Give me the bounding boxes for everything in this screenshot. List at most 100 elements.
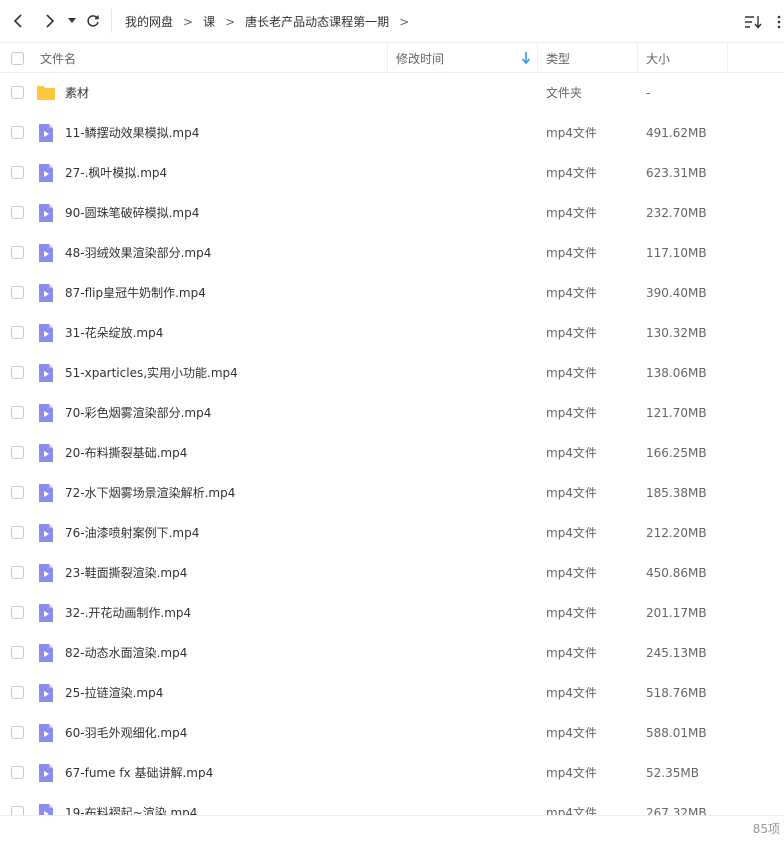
row-checkbox[interactable]: [11, 246, 24, 259]
row-checkbox[interactable]: [11, 446, 24, 459]
file-name[interactable]: 60-羽毛外观细化.mp4: [65, 713, 187, 753]
file-size: 450.86MB: [646, 566, 707, 580]
file-name[interactable]: 19-布料褶起~渲染.mp4: [65, 793, 197, 815]
row-checkbox[interactable]: [11, 646, 24, 659]
file-name[interactable]: 20-布料撕裂基础.mp4: [65, 433, 187, 473]
file-row[interactable]: 25-拉链渲染.mp4 mp4文件 518.76MB: [0, 673, 784, 713]
row-checkbox[interactable]: [11, 126, 24, 139]
file-row[interactable]: 48-羽绒效果渲染部分.mp4 mp4文件 117.10MB: [0, 233, 784, 273]
row-checkbox[interactable]: [11, 166, 24, 179]
breadcrumb-item-course[interactable]: 课: [203, 13, 215, 30]
breadcrumb-separator: >: [183, 14, 194, 29]
file-type: mp4文件: [546, 126, 597, 140]
file-name[interactable]: 48-羽绒效果渲染部分.mp4: [65, 233, 211, 273]
file-name[interactable]: 25-拉链渲染.mp4: [65, 673, 163, 713]
video-file-icon: [39, 484, 53, 502]
forward-button[interactable]: [37, 9, 61, 33]
select-all-checkbox[interactable]: [11, 51, 24, 65]
file-row[interactable]: 72-水下烟雾场景渲染解析.mp4 mp4文件 185.38MB: [0, 473, 784, 513]
file-row[interactable]: 87-flip皇冠牛奶制作.mp4 mp4文件 390.40MB: [0, 273, 784, 313]
file-size: 52.35MB: [646, 766, 699, 780]
row-checkbox[interactable]: [11, 86, 24, 99]
file-row[interactable]: 32-.开花动画制作.mp4 mp4文件 201.17MB: [0, 593, 784, 633]
video-file-icon: [39, 284, 53, 302]
file-size: 491.62MB: [646, 126, 707, 140]
file-row[interactable]: 27-.枫叶模拟.mp4 mp4文件 623.31MB: [0, 153, 784, 193]
sort-button[interactable]: [742, 11, 764, 33]
breadcrumb-separator: >: [225, 14, 236, 29]
file-name[interactable]: 素材: [65, 73, 89, 113]
row-checkbox[interactable]: [11, 686, 24, 699]
file-row[interactable]: 82-动态水面渲染.mp4 mp4文件 245.13MB: [0, 633, 784, 673]
row-checkbox[interactable]: [11, 286, 24, 299]
file-size: 518.76MB: [646, 686, 707, 700]
file-name[interactable]: 67-fume fx 基础讲解.mp4: [65, 753, 213, 793]
file-name[interactable]: 27-.枫叶模拟.mp4: [65, 153, 167, 193]
breadcrumb-item-root[interactable]: 我的网盘: [125, 13, 173, 30]
row-checkbox[interactable]: [11, 486, 24, 499]
file-type: mp4文件: [546, 166, 597, 180]
file-name[interactable]: 87-flip皇冠牛奶制作.mp4: [65, 273, 206, 313]
folder-row[interactable]: 素材 文件夹 -: [0, 73, 784, 113]
file-size: 185.38MB: [646, 486, 707, 500]
file-name[interactable]: 32-.开花动画制作.mp4: [65, 593, 191, 633]
file-manager: 我的网盘 > 课 > 唐长老产品动态课程第一期 > 文件名 修改时间 类型 大小…: [0, 0, 784, 841]
column-name[interactable]: 文件名: [40, 43, 76, 73]
file-name[interactable]: 72-水下烟雾场景渲染解析.mp4: [65, 473, 235, 513]
column-divider[interactable]: [637, 43, 638, 73]
file-row[interactable]: 70-彩色烟雾渲染部分.mp4 mp4文件 121.70MB: [0, 393, 784, 433]
file-name[interactable]: 82-动态水面渲染.mp4: [65, 633, 187, 673]
file-row[interactable]: 51-xparticles,实用小功能.mp4 mp4文件 138.06MB: [0, 353, 784, 393]
breadcrumb-item-current[interactable]: 唐长老产品动态课程第一期: [245, 13, 389, 30]
row-checkbox[interactable]: [11, 726, 24, 739]
row-checkbox[interactable]: [11, 206, 24, 219]
file-type: mp4文件: [546, 406, 597, 420]
column-divider[interactable]: [727, 43, 728, 73]
video-file-icon: [39, 204, 53, 222]
back-button[interactable]: [7, 9, 31, 33]
refresh-button[interactable]: [81, 9, 105, 33]
file-size: 245.13MB: [646, 646, 707, 660]
row-checkbox[interactable]: [11, 766, 24, 779]
file-type: mp4文件: [546, 486, 597, 500]
file-row[interactable]: 20-布料撕裂基础.mp4 mp4文件 166.25MB: [0, 433, 784, 473]
history-dropdown-button[interactable]: [63, 9, 81, 33]
row-checkbox[interactable]: [11, 326, 24, 339]
file-row[interactable]: 76-油漆喷射案例下.mp4 mp4文件 212.20MB: [0, 513, 784, 553]
file-name[interactable]: 51-xparticles,实用小功能.mp4: [65, 353, 238, 393]
top-navigation-bar: 我的网盘 > 课 > 唐长老产品动态课程第一期 >: [0, 0, 784, 43]
file-name[interactable]: 11-鳞摆动效果模拟.mp4: [65, 113, 199, 153]
column-type[interactable]: 类型: [546, 43, 570, 73]
more-options-button[interactable]: [772, 11, 784, 33]
row-checkbox[interactable]: [11, 806, 24, 815]
file-name[interactable]: 23-鞋面撕裂渲染.mp4: [65, 553, 187, 593]
file-list: 素材 文件夹 - 11-鳞摆动效果模拟.mp4 mp4文件 491.62MB 27-.枫叶模…: [0, 73, 784, 815]
chevron-right-icon: [46, 14, 55, 28]
file-size: 232.70MB: [646, 206, 707, 220]
file-name[interactable]: 70-彩色烟雾渲染部分.mp4: [65, 393, 211, 433]
file-name[interactable]: 31-花朵绽放.mp4: [65, 313, 163, 353]
row-checkbox[interactable]: [11, 406, 24, 419]
file-row[interactable]: 67-fume fx 基础讲解.mp4 mp4文件 52.35MB: [0, 753, 784, 793]
file-row[interactable]: 23-鞋面撕裂渲染.mp4 mp4文件 450.86MB: [0, 553, 784, 593]
file-row[interactable]: 60-羽毛外观细化.mp4 mp4文件 588.01MB: [0, 713, 784, 753]
file-type: mp4文件: [546, 246, 597, 260]
file-size: 166.25MB: [646, 446, 707, 460]
column-size[interactable]: 大小: [646, 43, 670, 73]
file-row[interactable]: 19-布料褶起~渲染.mp4 mp4文件 267.32MB: [0, 793, 784, 815]
column-divider[interactable]: [537, 43, 538, 73]
file-size: 623.31MB: [646, 166, 707, 180]
row-checkbox[interactable]: [11, 566, 24, 579]
column-modified[interactable]: 修改时间: [396, 43, 444, 73]
column-divider[interactable]: [387, 43, 388, 73]
file-row[interactable]: 90-圆珠笔破碎模拟.mp4 mp4文件 232.70MB: [0, 193, 784, 233]
row-checkbox[interactable]: [11, 366, 24, 379]
row-checkbox[interactable]: [11, 526, 24, 539]
video-file-icon: [39, 244, 53, 262]
row-checkbox[interactable]: [11, 606, 24, 619]
file-size: 130.32MB: [646, 326, 707, 340]
file-name[interactable]: 76-油漆喷射案例下.mp4: [65, 513, 199, 553]
file-row[interactable]: 31-花朵绽放.mp4 mp4文件 130.32MB: [0, 313, 784, 353]
file-name[interactable]: 90-圆珠笔破碎模拟.mp4: [65, 193, 199, 233]
file-row[interactable]: 11-鳞摆动效果模拟.mp4 mp4文件 491.62MB: [0, 113, 784, 153]
